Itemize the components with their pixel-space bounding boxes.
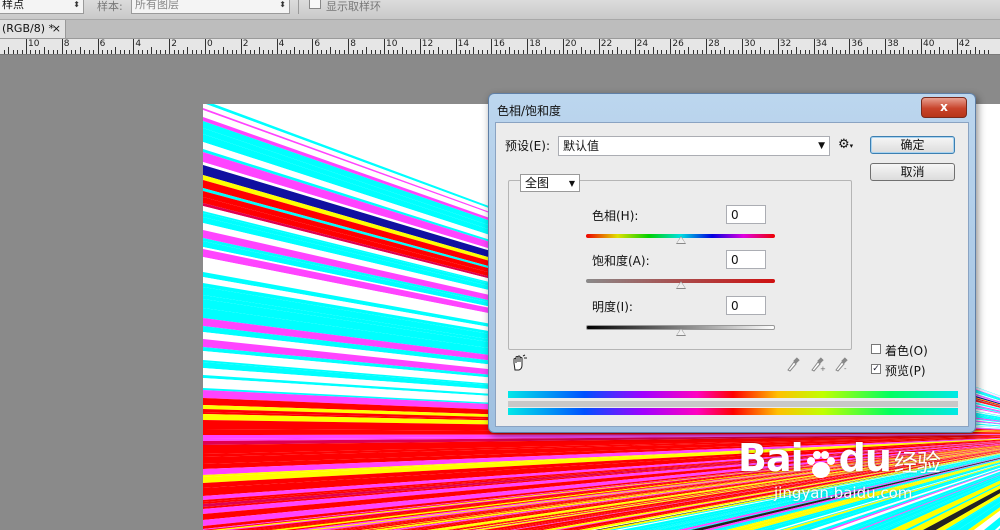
watermark-suffix: 经验 [893, 449, 941, 477]
range-bar[interactable] [508, 401, 958, 407]
saturation-slider-thumb[interactable] [675, 281, 686, 289]
hue-saturation-dialog: 色相/饱和度 x 预设(E): 默认值 ▼ ⚙▾ 确定 取消 全图 ▼ 色相(H… [488, 93, 976, 433]
ruler-label: 24 [636, 39, 649, 49]
ruler-label: 4 [135, 39, 142, 49]
output-spectrum-bar [508, 408, 958, 415]
watermark-brand-2: du [838, 436, 892, 480]
cancel-button[interactable]: 取消 [870, 163, 955, 181]
baidu-watermark: Bai du 经验 [738, 436, 941, 480]
ruler-label: 42 [958, 39, 971, 49]
ruler-label: 4 [278, 39, 285, 49]
ruler-label: 18 [529, 39, 541, 49]
ruler-label: 22 [600, 39, 613, 49]
watermark-url: jingyan.baidu.com [774, 484, 913, 502]
ruler-label: 30 [744, 39, 756, 49]
target-adjustment-hand-icon[interactable] [510, 354, 528, 375]
ruler-label: 40 [923, 39, 935, 49]
saturation-label: 饱和度(A): [592, 254, 650, 268]
watermark-brand: Bai [738, 436, 804, 480]
svg-text:+: + [820, 365, 826, 372]
ruler-label: 0 [207, 39, 213, 49]
svg-text:-: - [844, 365, 847, 372]
sample-size-value: 样点 [2, 0, 24, 11]
chevron-down-icon: ▼ [568, 179, 575, 188]
chevron-down-icon: ▼ [818, 141, 825, 151]
ruler-label: 2 [242, 39, 249, 49]
hue-slider-thumb[interactable] [675, 236, 686, 244]
ruler-label: 20 [565, 39, 577, 49]
ruler-label: 6 [314, 39, 321, 49]
ok-button[interactable]: 确定 [870, 136, 955, 154]
sample-select[interactable]: 所有图层 ⬍ [131, 0, 290, 14]
gear-menu-icon[interactable]: ⚙▾ [838, 137, 853, 152]
show-ring-label: 显示取样环 [326, 0, 381, 13]
ruler-label: 26 [672, 39, 684, 49]
sample-size-select[interactable]: 样点 ⬍ [0, 0, 84, 14]
horizontal-ruler[interactable]: 10 8 6 4 2 0 2 4 6 8 10 12 14 16 18 20 22 24 26 28 30 32 34 36 3… [0, 39, 1000, 55]
document-tab-title: (RGB/8) * [2, 22, 54, 35]
preview-label: 预览(P) [885, 364, 926, 378]
dialog-close-button[interactable]: x [921, 97, 967, 118]
chevron-updown-icon: ⬍ [279, 0, 286, 9]
preview-checkbox[interactable]: ✓ [871, 364, 881, 374]
ruler-label: 32 [779, 39, 792, 49]
ruler-label: 16 [493, 39, 505, 49]
ruler-label: 28 [708, 39, 720, 49]
ruler-label: 38 [887, 39, 899, 49]
dialog-title: 色相/饱和度 [497, 104, 562, 118]
ruler-label: 10 [28, 39, 40, 49]
eyedropper-icon[interactable] [786, 356, 800, 375]
preset-select[interactable]: 默认值 ▼ [558, 136, 830, 156]
colorize-checkbox[interactable] [871, 344, 881, 354]
eyedropper-plus-icon[interactable]: + [810, 356, 826, 375]
close-icon: x [940, 100, 948, 114]
eyedropper-minus-icon[interactable]: - [834, 356, 850, 375]
checkmark-icon: ✓ [872, 364, 880, 374]
options-bar: 样点 ⬍ 样本: 所有图层 ⬍ 显示取样环 [0, 0, 1000, 20]
close-icon[interactable]: × [52, 20, 61, 38]
colorize-label: 着色(O) [885, 344, 928, 358]
preset-label: 预设(E): [505, 139, 550, 153]
lightness-input[interactable]: 0 [726, 296, 766, 315]
channel-select[interactable]: 全图 ▼ [520, 174, 580, 192]
lightness-label: 明度(I): [592, 300, 633, 314]
hue-label: 色相(H): [592, 209, 639, 223]
ruler-label: 34 [815, 39, 828, 49]
ruler-label: 8 [63, 39, 70, 49]
channel-value: 全图 [525, 176, 550, 190]
document-tab[interactable]: (RGB/8) * × [0, 20, 66, 38]
preset-value: 默认值 [563, 139, 600, 153]
document-tab-bar: (RGB/8) * × [0, 20, 1000, 39]
chevron-updown-icon: ⬍ [73, 0, 80, 9]
dialog-body: 预设(E): 默认值 ▼ ⚙▾ 确定 取消 全图 ▼ 色相(H): 0 饱和度(… [495, 122, 969, 427]
paw-icon [803, 446, 839, 478]
saturation-input[interactable]: 0 [726, 250, 766, 269]
divider [298, 0, 299, 14]
ruler-label: 2 [171, 39, 177, 49]
lightness-slider-thumb[interactable] [675, 328, 686, 336]
hue-input[interactable]: 0 [726, 205, 766, 224]
sample-value: 所有图层 [135, 0, 179, 11]
show-ring-checkbox[interactable] [309, 0, 321, 9]
ruler-label: 6 [99, 39, 106, 49]
sample-label: 样本: [97, 0, 123, 13]
ruler-label: 10 [386, 39, 398, 49]
input-spectrum-bar [508, 391, 958, 398]
ruler-label: 36 [851, 39, 863, 49]
ruler-label: 12 [421, 39, 434, 49]
ruler-label: 8 [350, 39, 356, 49]
ruler-label: 14 [457, 39, 470, 49]
